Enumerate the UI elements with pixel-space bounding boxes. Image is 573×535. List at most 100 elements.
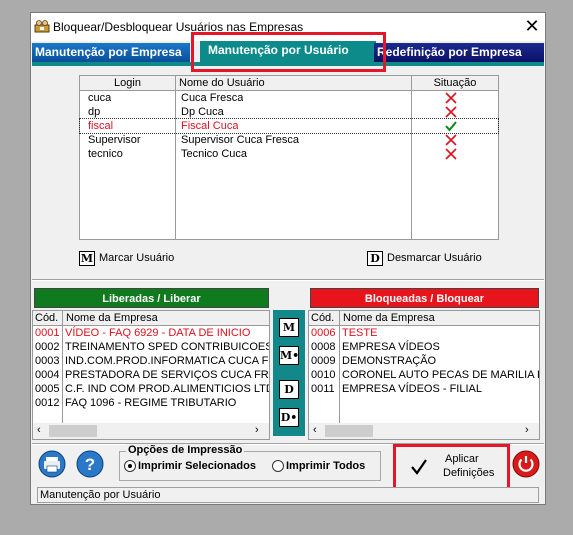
blocked-x-icon <box>445 92 457 104</box>
liberadas-grid[interactable]: Cód. Nome da Empresa 0001 VÍDEO - FAQ 69… <box>32 310 270 440</box>
user-name: Dp Cuca <box>181 106 224 118</box>
user-login: dp <box>88 106 101 118</box>
col-header-code[interactable]: Cód. <box>309 311 340 326</box>
help-icon[interactable]: ? <box>76 450 104 478</box>
company-name: C.F. IND COM PROD.ALIMENTICIOS LTD <box>65 383 269 395</box>
main-window: Bloquear/Desbloquear Usuários nas Empres… <box>30 12 546 505</box>
company-code: 0012 <box>35 397 60 409</box>
user-name: Cuca Fresca <box>181 92 244 104</box>
col-header-code[interactable]: Cód. <box>33 311 63 326</box>
col-header-company-name[interactable]: Nome da Empresa <box>340 311 539 326</box>
company-row[interactable]: 0009 DEMONSTRAÇÃO <box>309 354 539 368</box>
user-row[interactable]: tecnico Tecnico Cuca <box>80 147 498 161</box>
company-name: EMPRESA VÍDEOS - FILIAL <box>342 383 482 395</box>
company-row[interactable]: 0005 C.F. IND COM PROD.ALIMENTICIOS LTD <box>33 382 269 396</box>
unmark-user-label: Desmarcar Usuário <box>387 252 482 264</box>
unmark-selected-button[interactable]: D <box>279 380 299 399</box>
power-icon[interactable] <box>512 450 540 478</box>
company-row[interactable]: 0001 VÍDEO - FAQ 6929 - DATA DE INICIO <box>33 326 269 340</box>
company-code: 0003 <box>35 355 60 367</box>
status-bar: Manutenção por Usuário <box>37 487 539 503</box>
user-row[interactable]: dp Dp Cuca <box>80 105 498 119</box>
company-code: 0009 <box>311 355 336 367</box>
print-options-title: Opções de Impressão <box>126 444 245 456</box>
user-login: cuca <box>88 92 112 104</box>
liberadas-header: Liberadas / Liberar <box>34 288 269 308</box>
close-icon[interactable]: ✕ <box>521 15 543 37</box>
company-code: 0011 <box>311 383 335 395</box>
mark-user-label: Marcar Usuário <box>99 252 175 264</box>
bloqueadas-header: Bloqueadas / Bloquear <box>310 288 539 308</box>
company-code: 0001 <box>35 327 60 339</box>
company-name: TREINAMENTO SPED CONTRIBUICOES <box>65 341 269 353</box>
users-grid[interactable]: Login Nome do Usuário Situação cuca Cuca… <box>79 75 499 240</box>
col-header-user-name[interactable]: Nome do Usuário <box>176 76 412 91</box>
company-name: IND.COM.PROD.INFORMATICA CUCA FR <box>65 355 269 367</box>
company-row[interactable]: 0010 CORONEL AUTO PECAS DE MARILIA LTD <box>309 368 540 382</box>
user-row-selected[interactable]: fiscal Fiscal Cuca <box>79 118 499 134</box>
company-row[interactable]: 0008 EMPRESA VÍDEOS <box>309 340 539 354</box>
company-name: EMPRESA VÍDEOS <box>342 341 440 353</box>
scroll-left-icon[interactable]: ‹ <box>313 424 317 436</box>
transfer-button-column: M M• D D• <box>273 310 305 436</box>
company-code: 0010 <box>311 369 336 381</box>
scroll-right-icon[interactable]: › <box>255 424 259 436</box>
company-code: 0008 <box>311 341 336 353</box>
unmark-all-button[interactable]: D• <box>279 408 299 427</box>
allowed-check-icon <box>445 121 457 132</box>
print-all-radio[interactable]: Imprimir Todos <box>272 460 366 473</box>
company-code: 0002 <box>35 341 60 353</box>
company-row[interactable]: 0006 TESTE <box>309 326 539 340</box>
scroll-thumb[interactable] <box>325 425 373 437</box>
radio-unselected-dot <box>272 460 284 473</box>
printer-icon[interactable] <box>38 450 66 478</box>
company-row[interactable]: 0004 PRESTADORA DE SERVIÇOS CUCA FR <box>33 368 269 382</box>
scroll-thumb[interactable] <box>49 425 97 437</box>
scroll-left-icon[interactable]: ‹ <box>37 424 41 436</box>
blocked-x-icon <box>445 134 457 146</box>
col-header-login[interactable]: Login <box>80 76 176 91</box>
apply-highlight-box <box>393 444 510 490</box>
print-options-group: Opções de Impressão Imprimir Selecionado… <box>119 444 381 481</box>
horizontal-scrollbar[interactable]: ‹ › <box>33 423 269 439</box>
user-row[interactable]: cuca Cuca Fresca <box>80 91 498 105</box>
company-name: FAQ 1096 - REGIME TRIBUTARIO <box>65 397 237 409</box>
company-code: 0005 <box>35 383 60 395</box>
horizontal-scrollbar[interactable]: ‹ › <box>309 423 539 439</box>
unmark-key-icon: D <box>367 250 383 266</box>
print-selected-label: Imprimir Selecionados <box>138 460 256 472</box>
tab-manutencao-empresa[interactable]: Manutenção por Empresa <box>32 43 190 62</box>
company-name: PRESTADORA DE SERVIÇOS CUCA FR <box>65 369 269 381</box>
scroll-right-icon[interactable]: › <box>525 424 529 436</box>
app-users-icon <box>34 20 50 33</box>
company-row[interactable]: 0002 TREINAMENTO SPED CONTRIBUICOES <box>33 340 269 354</box>
mark-user-button[interactable]: M Marcar Usuário <box>79 250 174 266</box>
company-code: 0004 <box>35 369 60 381</box>
bloqueadas-grid[interactable]: Cód. Nome da Empresa 0006 TESTE 0008 EMP… <box>308 310 540 440</box>
user-login: fiscal <box>88 120 114 132</box>
print-all-label: Imprimir Todos <box>286 460 366 472</box>
mark-all-button[interactable]: M• <box>279 346 299 365</box>
company-row[interactable]: 0012 FAQ 1096 - REGIME TRIBUTARIO <box>33 396 269 410</box>
user-row[interactable]: Supervisor Supervisor Cuca Fresca <box>80 133 498 147</box>
mark-selected-button[interactable]: M <box>279 318 299 337</box>
company-row[interactable]: 0011 EMPRESA VÍDEOS - FILIAL <box>309 382 539 396</box>
company-row[interactable]: 0003 IND.COM.PROD.INFORMATICA CUCA FR <box>33 354 269 368</box>
print-selected-radio[interactable]: Imprimir Selecionados <box>124 460 256 473</box>
mark-key-icon: M <box>79 250 95 266</box>
company-name: DEMONSTRAÇÃO <box>342 355 437 367</box>
col-header-status[interactable]: Situação <box>412 76 498 91</box>
tab-highlight-box <box>191 32 386 72</box>
blocked-x-icon <box>445 106 457 118</box>
tab-redefinicao-empresa[interactable]: Redefinição por Empresa <box>374 43 544 62</box>
svg-text:?: ? <box>85 455 95 474</box>
radio-selected-dot <box>124 460 136 473</box>
company-name: VÍDEO - FAQ 6929 - DATA DE INICIO <box>65 327 251 339</box>
col-header-company-name[interactable]: Nome da Empresa <box>63 311 269 326</box>
company-name: CORONEL AUTO PECAS DE MARILIA LTD <box>342 369 540 381</box>
user-login: tecnico <box>88 148 123 160</box>
user-login: Supervisor <box>88 134 141 146</box>
unmark-user-button[interactable]: D Desmarcar Usuário <box>367 250 482 266</box>
user-name: Fiscal Cuca <box>181 120 239 132</box>
company-name: TESTE <box>342 327 378 339</box>
